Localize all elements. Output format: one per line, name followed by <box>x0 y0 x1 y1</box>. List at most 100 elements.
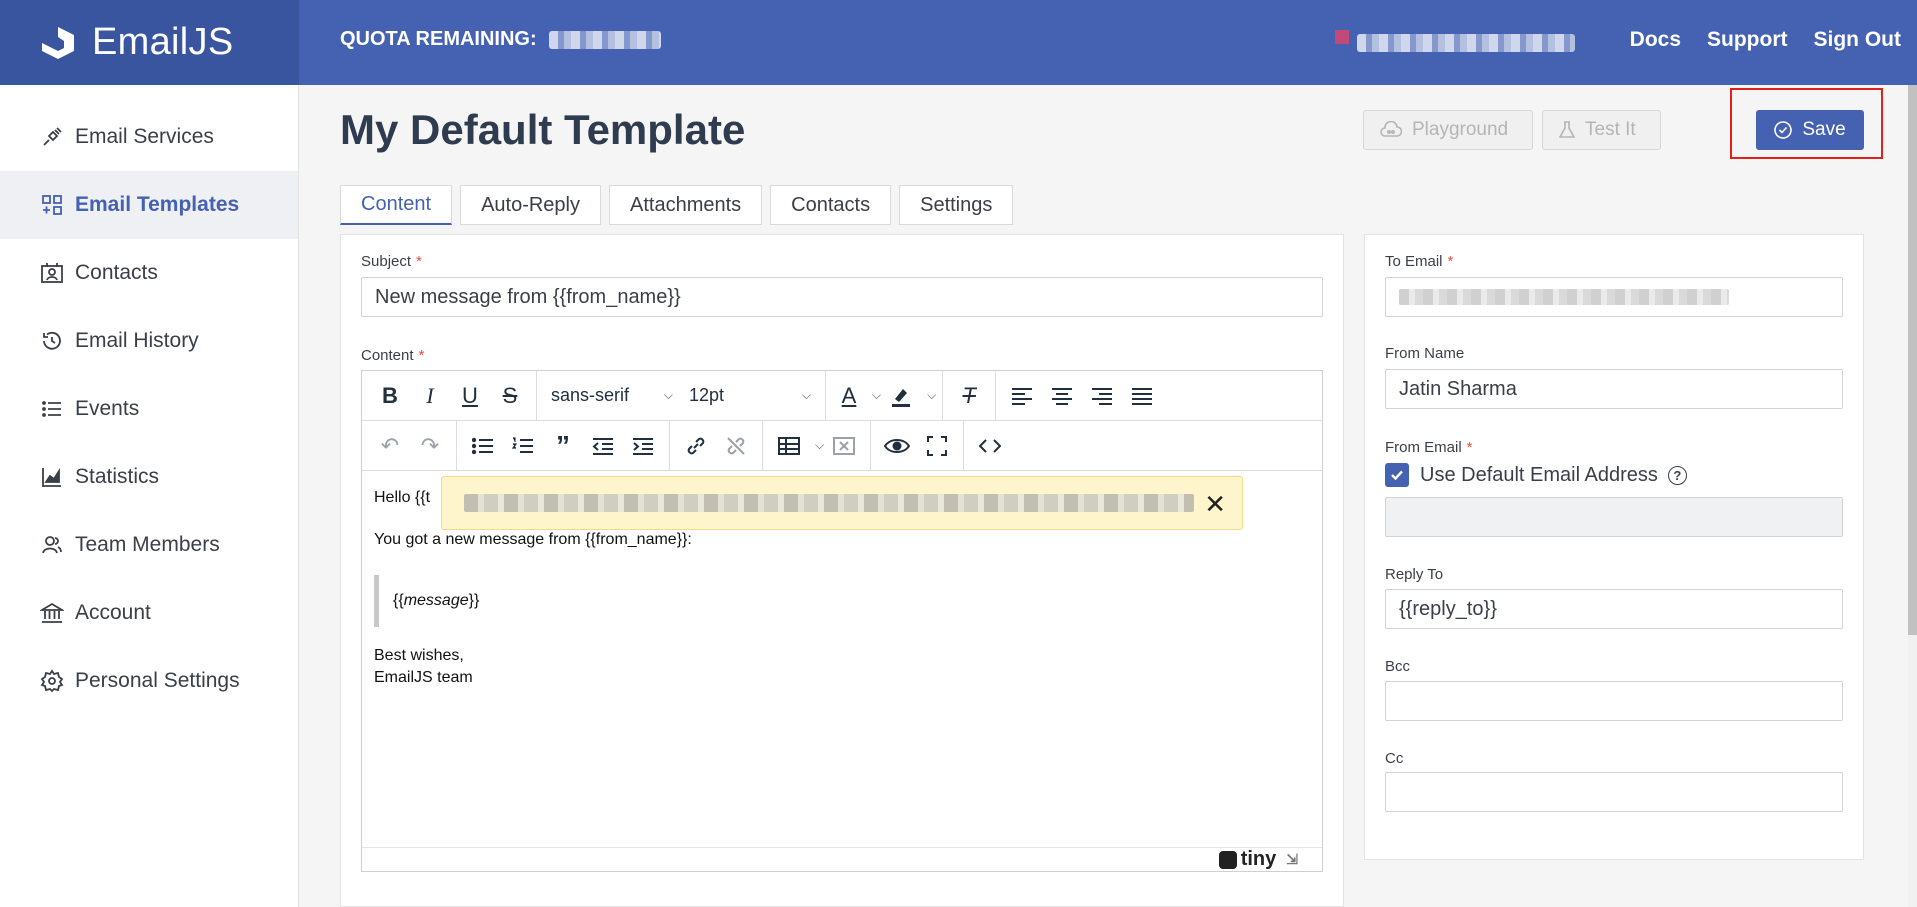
from-name-input[interactable]: Jatin Sharma <box>1385 369 1843 409</box>
bullet-list-icon[interactable] <box>463 428 503 464</box>
recipient-panel <box>1364 234 1864 860</box>
table-icon[interactable] <box>769 428 809 464</box>
to-email-input[interactable] <box>1385 277 1843 317</box>
sidebar-item-label: Events <box>75 397 140 420</box>
contacts-icon <box>40 261 64 285</box>
sidebar-item-label: Email Services <box>75 125 214 148</box>
chevron-down-icon: ⌵ <box>801 388 811 402</box>
font-family-select[interactable]: sans-serif ⌵ <box>543 378 681 414</box>
sidebar-item-email-services[interactable]: Email Services <box>0 103 298 171</box>
outdent-icon[interactable] <box>583 428 623 464</box>
sidebar-item-label: Team Members <box>75 533 220 556</box>
use-default-email-row: Use Default Email Address ? <box>1420 464 1687 487</box>
resize-handle-icon[interactable]: ⇲ <box>1286 851 1298 868</box>
quota-remaining: QUOTA REMAINING: <box>340 28 661 51</box>
strikethrough-icon[interactable]: S <box>490 378 530 414</box>
chevron-down-icon[interactable]: ⌵ <box>872 388 881 403</box>
sidebar-item-statistics[interactable]: Statistics <box>0 443 298 511</box>
quota-value-redacted <box>548 30 661 49</box>
brand[interactable]: EmailJS <box>0 0 299 85</box>
chevron-down-icon[interactable]: ⌵ <box>927 388 936 403</box>
tab-attachments[interactable]: Attachments <box>609 185 763 225</box>
sidebar-item-label: Contacts <box>75 261 158 284</box>
template-tabs: Content Auto-Reply Attachments Contacts … <box>340 185 1014 225</box>
save-button[interactable]: Save <box>1756 110 1864 150</box>
use-default-email-label[interactable]: Use Default Email Address <box>1420 464 1658 487</box>
link-icon[interactable] <box>676 428 716 464</box>
sidebar-item-label: Account <box>75 601 151 624</box>
use-default-email-checkbox[interactable] <box>1385 463 1409 487</box>
sidebar-item-personal-settings[interactable]: Personal Settings <box>0 647 298 715</box>
remove-table-icon[interactable] <box>824 428 864 464</box>
reply-to-input[interactable]: {{reply_to}} <box>1385 589 1843 629</box>
tab-content[interactable]: Content <box>340 185 453 225</box>
tab-settings[interactable]: Settings <box>899 185 1014 225</box>
sidebar-item-contacts[interactable]: Contacts <box>0 239 298 307</box>
font-size-select[interactable]: 12pt ⌵ <box>681 378 819 414</box>
sidebar-item-team-members[interactable]: Team Members <box>0 511 298 579</box>
fullscreen-icon[interactable] <box>917 428 957 464</box>
sidebar-item-account[interactable]: Account <box>0 579 298 647</box>
docs-link[interactable]: Docs <box>1630 28 1681 52</box>
bold-icon[interactable]: B <box>370 378 410 414</box>
close-icon[interactable]: ✕ <box>1204 489 1226 520</box>
team-icon <box>40 533 64 557</box>
sidebar-item-events[interactable]: Events <box>0 375 298 443</box>
undo-icon[interactable]: ↶ <box>370 428 410 464</box>
help-icon[interactable]: ? <box>1667 466 1687 485</box>
preview-eye-icon[interactable] <box>877 428 917 464</box>
sign-out-link[interactable]: Sign Out <box>1814 28 1902 52</box>
bcc-input[interactable] <box>1385 681 1843 721</box>
user-avatar <box>1335 30 1349 44</box>
chevron-down-icon[interactable]: ⌵ <box>815 438 824 453</box>
page-scrollbar-thumb[interactable] <box>1908 85 1917 635</box>
emailjs-logo-icon <box>42 26 74 59</box>
cc-input[interactable] <box>1385 772 1843 812</box>
sidebar-item-email-templates[interactable]: Email Templates <box>0 171 298 239</box>
editor-message-line: You got a new message from {{from_name}}… <box>374 531 692 548</box>
text-color-icon[interactable]: A <box>832 378 866 414</box>
editor-greeting-line: Hello {{t <box>374 489 431 506</box>
unlink-icon[interactable] <box>716 428 756 464</box>
highlight-color-icon[interactable] <box>881 378 921 414</box>
top-bar: EmailJS QUOTA REMAINING: Docs Support Si… <box>0 0 1917 85</box>
playground-label: Playground <box>1412 119 1509 140</box>
editor-signature-line: EmailJS team <box>374 669 473 686</box>
blockquote-icon[interactable]: ” <box>543 428 583 464</box>
align-center-icon[interactable] <box>1042 378 1082 414</box>
underline-icon[interactable]: U <box>450 378 490 414</box>
align-right-icon[interactable] <box>1082 378 1122 414</box>
notification-text-redacted <box>464 494 1194 512</box>
italic-icon[interactable]: I <box>410 378 450 414</box>
to-email-redacted <box>1399 289 1729 305</box>
tab-contacts[interactable]: Contacts <box>770 185 892 225</box>
content-label: Content * <box>361 347 425 364</box>
source-code-icon[interactable] <box>970 428 1010 464</box>
list-icon <box>40 397 64 421</box>
user-account-redacted[interactable] <box>1335 22 1575 52</box>
cloud-icon <box>1380 121 1402 137</box>
align-left-icon[interactable] <box>1002 378 1042 414</box>
plug-icon <box>40 125 64 149</box>
editor-signoff-line: Best wishes, <box>374 647 464 664</box>
save-label: Save <box>1802 119 1846 140</box>
clear-formatting-icon[interactable]: T <box>949 378 989 414</box>
chart-icon <box>40 465 64 489</box>
test-it-button[interactable]: Test It <box>1542 110 1661 150</box>
align-justify-icon[interactable] <box>1122 378 1162 414</box>
from-name-label: From Name <box>1385 345 1465 362</box>
rich-text-editor[interactable]: B I U S sans-serif⌵ 12pt⌵ A ⌵ ⌵ T ↶ ↷ <box>361 370 1323 872</box>
cc-label: Cc <box>1385 750 1404 767</box>
subject-input[interactable]: New message from {{from_name}} <box>361 277 1323 317</box>
support-link[interactable]: Support <box>1707 28 1787 52</box>
editor-toolbar-row-1: B I U S sans-serif ⌵ 12pt ⌵ A ⌵ ⌵ T <box>362 370 1322 421</box>
redo-icon[interactable]: ↷ <box>410 428 450 464</box>
sidebar-item-email-history[interactable]: Email History <box>0 307 298 375</box>
playground-button[interactable]: Playground <box>1363 110 1533 150</box>
templates-icon <box>40 193 64 217</box>
numbered-list-icon[interactable] <box>503 428 543 464</box>
reply-to-label: Reply To <box>1385 566 1444 583</box>
notification-banner: ✕ <box>441 476 1243 530</box>
indent-icon[interactable] <box>623 428 663 464</box>
tab-auto-reply[interactable]: Auto-Reply <box>460 185 601 225</box>
